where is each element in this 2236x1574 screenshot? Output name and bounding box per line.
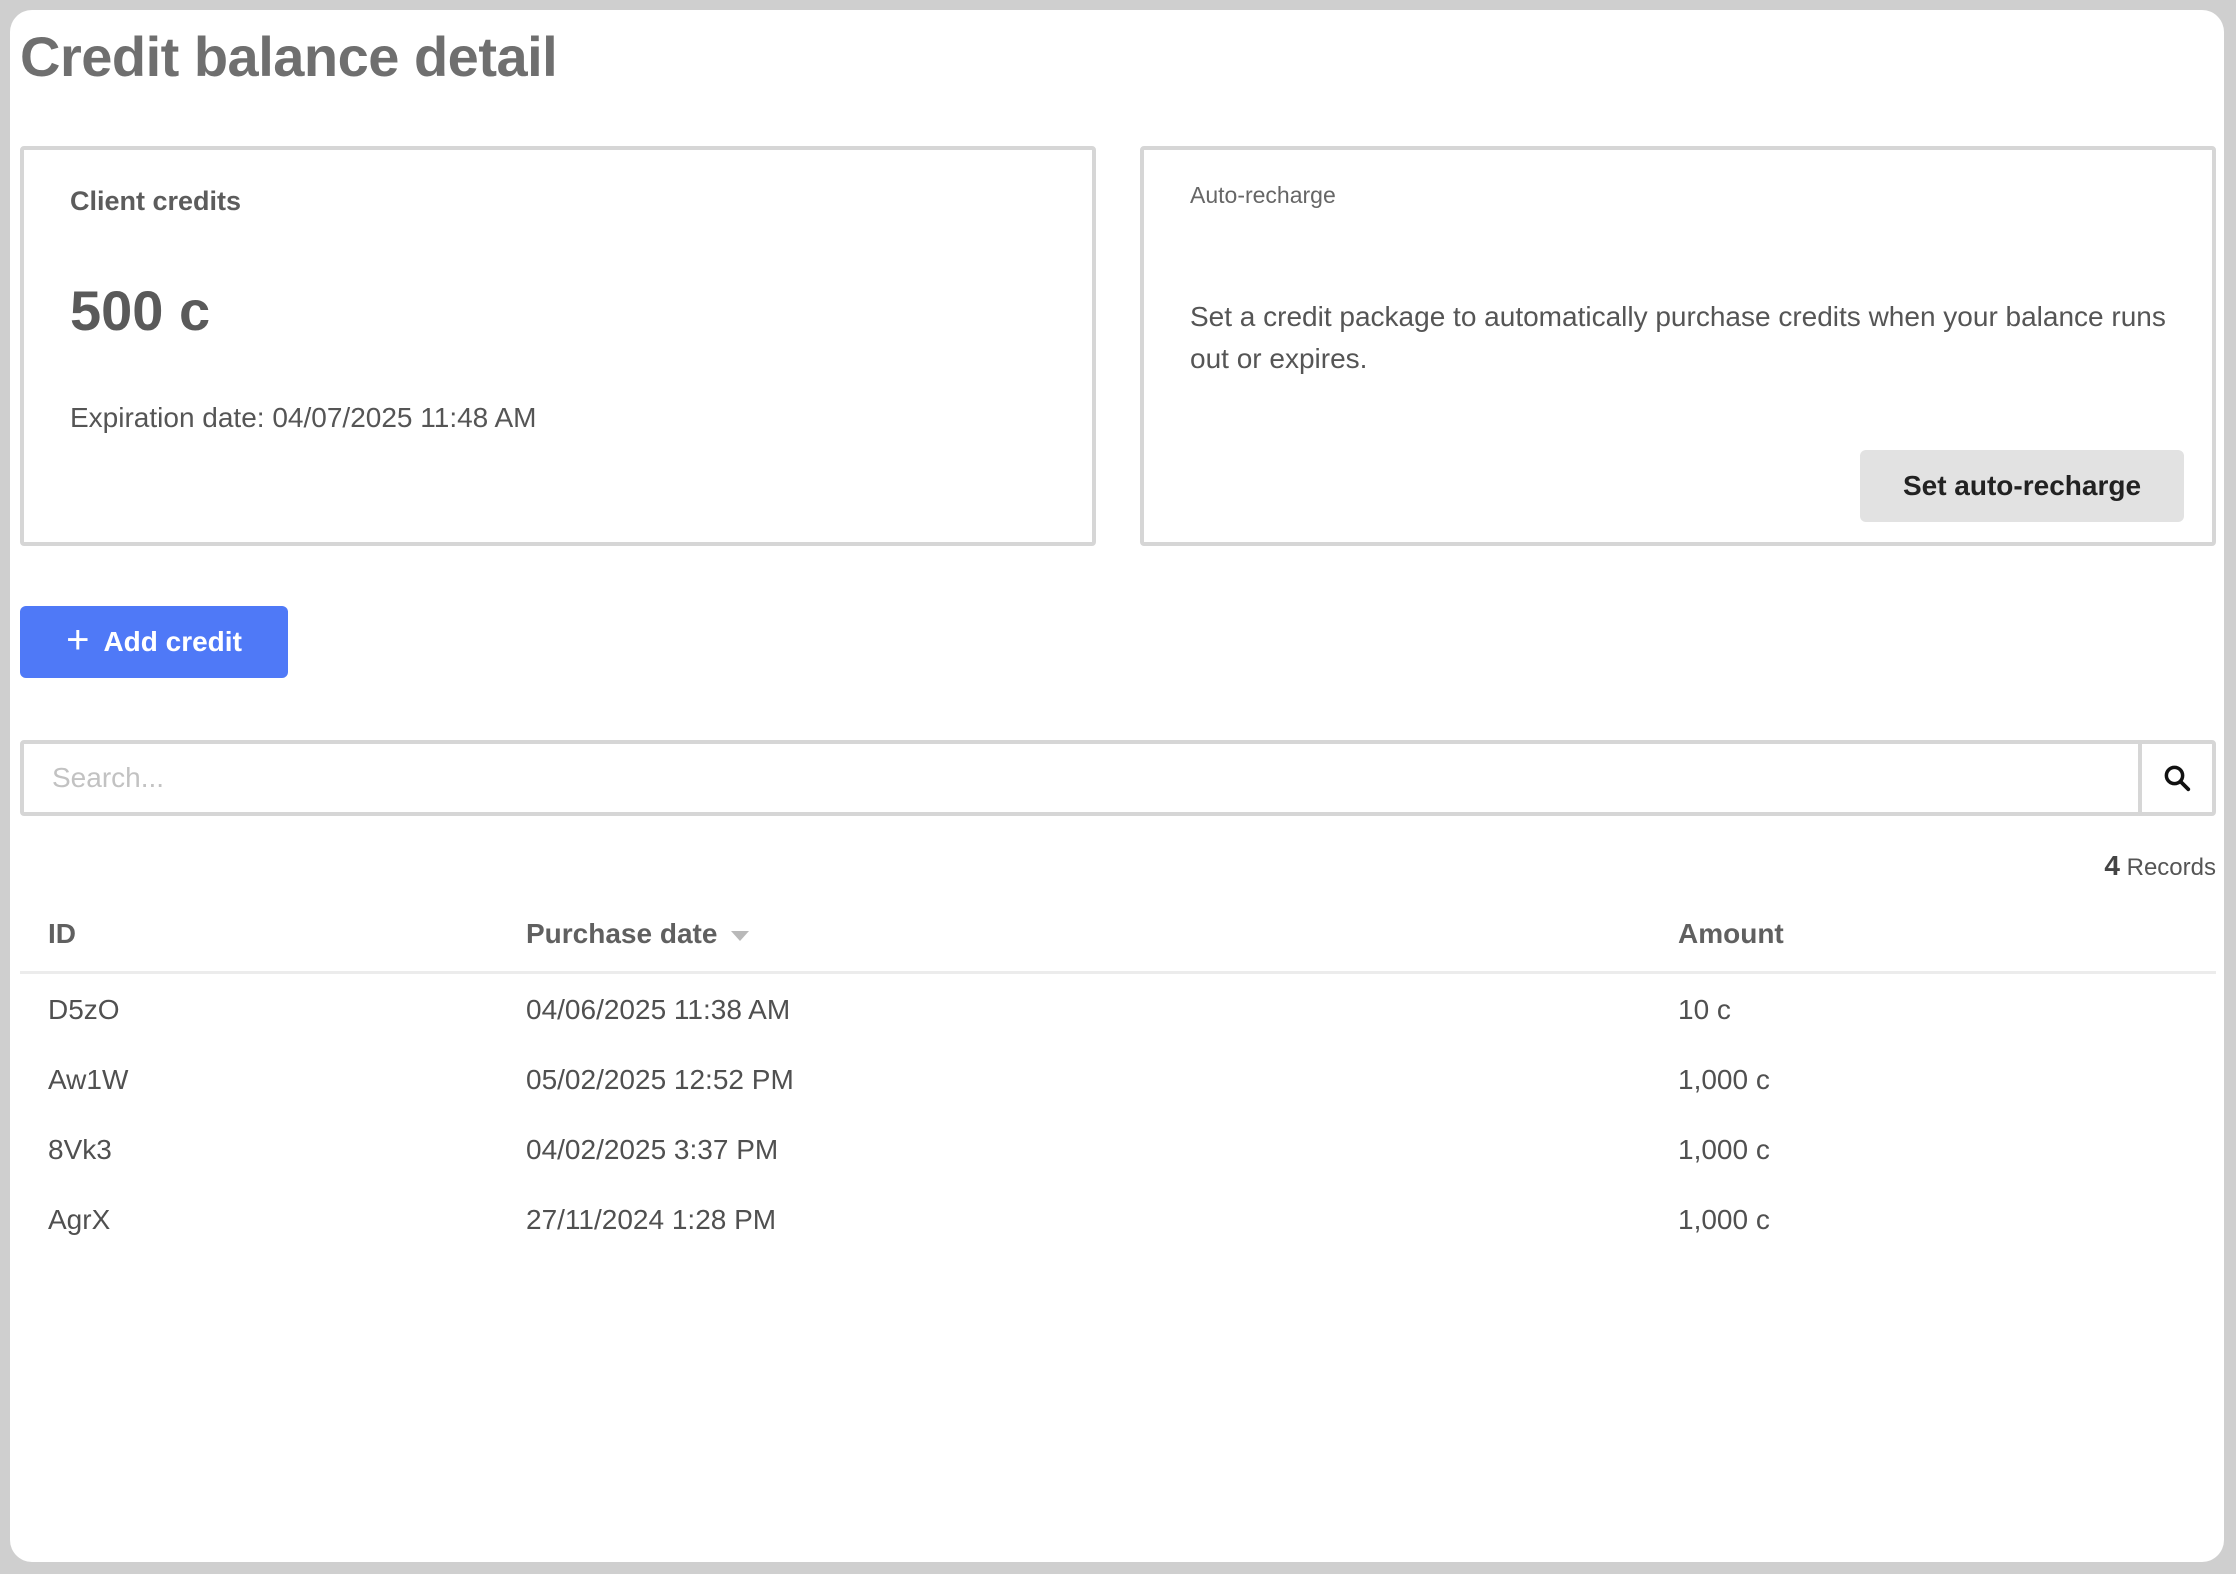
set-auto-recharge-button[interactable]: Set auto-recharge [1860,450,2184,522]
cell-id: AgrX [48,1204,111,1235]
table-row[interactable]: AgrX 27/11/2024 1:28 PM 1,000 c [20,1184,2216,1254]
column-header-id[interactable]: ID [48,918,76,950]
purchase-date-header-label: Purchase date [526,918,718,949]
add-credit-label: Add credit [103,626,242,657]
cell-purchase-date: 27/11/2024 1:28 PM [526,1204,777,1235]
expiration-date: Expiration date: 04/07/2025 11:48 AM [70,402,537,433]
credit-balance-value: 500 c [70,279,211,342]
table-row[interactable]: 8Vk3 04/02/2025 3:37 PM 1,000 c [20,1114,2216,1184]
record-count-number: 4 [2104,850,2120,881]
table-header: ID Purchase date Amount [20,890,2216,974]
cell-id: D5zO [48,994,120,1025]
auto-recharge-label: Auto-recharge [1190,182,1336,208]
cell-amount: 1,000 c [1678,1134,1770,1165]
page-title: Credit balance detail [20,25,558,88]
client-credits-card: Client credits 500 c Expiration date: 04… [20,146,1096,546]
app-window: Credit balance detail Client credits 500… [10,10,2224,1562]
cell-purchase-date: 04/06/2025 11:38 AM [526,994,791,1025]
column-header-purchase-date[interactable]: Purchase date [526,918,750,950]
sort-descending-icon[interactable] [731,930,750,941]
cell-purchase-date: 04/02/2025 3:37 PM [526,1134,779,1165]
search-bar [20,740,2216,816]
search-button[interactable] [2138,744,2212,812]
cell-amount: 10 c [1678,994,1731,1025]
column-header-amount[interactable]: Amount [1678,918,1784,950]
client-credits-label: Client credits [70,186,242,216]
record-count: 4 Records [2104,850,2216,882]
cell-purchase-date: 05/02/2025 12:52 PM [526,1064,794,1095]
auto-recharge-description: Set a credit package to automatically pu… [1190,301,2166,374]
cell-amount: 1,000 c [1678,1064,1770,1095]
table-row[interactable]: D5zO 04/06/2025 11:38 AM 10 c [20,974,2216,1044]
search-icon [2164,765,2191,792]
table-row[interactable]: Aw1W 05/02/2025 12:52 PM 1,000 c [20,1044,2216,1114]
cell-id: 8Vk3 [48,1134,112,1165]
record-count-label: Records [2126,854,2216,881]
cell-amount: 1,000 c [1678,1204,1770,1235]
cell-id: Aw1W [48,1064,129,1095]
plus-icon: + [66,618,90,662]
auto-recharge-card: Auto-recharge Set a credit package to au… [1140,146,2216,546]
add-credit-button[interactable]: + Add credit [20,606,288,678]
credits-table: ID Purchase date Amount D5zO 04/06/2025 … [20,890,2216,1254]
search-input[interactable] [24,744,2138,812]
